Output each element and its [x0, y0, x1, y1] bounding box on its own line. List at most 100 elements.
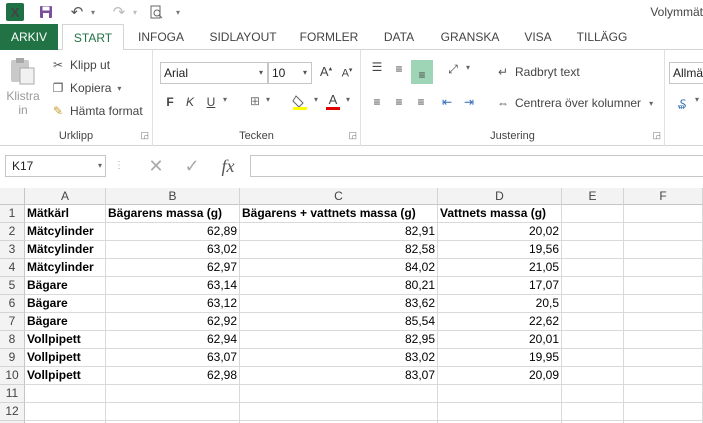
cell-f4[interactable] [624, 259, 703, 277]
orientation-icon[interactable]: ⤢ [445, 62, 461, 77]
align-center-icon[interactable]: ≡ [391, 95, 407, 109]
paste-button[interactable]: Klistra in [6, 56, 41, 117]
tab-granska[interactable]: GRANSKA [434, 24, 506, 50]
row-header-10[interactable]: 10 [0, 367, 25, 385]
row-header-5[interactable]: 5 [0, 277, 25, 295]
cell-c11[interactable] [240, 385, 438, 403]
cell-b2[interactable]: 62,89 [106, 223, 240, 241]
cell-e4[interactable] [562, 259, 624, 277]
cell-a2[interactable]: Mätcylinder [25, 223, 106, 241]
clipboard-launcher-icon[interactable]: ◲ [140, 130, 149, 141]
column-header-f[interactable]: F [624, 188, 703, 205]
cell-b1[interactable]: Bägarens massa (g) [106, 205, 240, 223]
column-header-d[interactable]: D [438, 188, 562, 205]
accounting-format-icon[interactable]: ₷ [673, 95, 691, 112]
print-preview-icon[interactable] [146, 3, 166, 21]
cell-c9[interactable]: 83,02 [240, 349, 438, 367]
cell-b12[interactable] [106, 403, 240, 421]
cell-c2[interactable]: 82,91 [240, 223, 438, 241]
cell-a4[interactable]: Mätcylinder [25, 259, 106, 277]
align-bottom-icon[interactable]: ≡ [411, 60, 433, 84]
formula-input[interactable] [250, 155, 703, 177]
row-header-12[interactable]: 12 [0, 403, 25, 421]
cell-c10[interactable]: 83,07 [240, 367, 438, 385]
cell-a3[interactable]: Mätcylinder [25, 241, 106, 259]
customize-toolbar-icon[interactable]: ▾ [172, 3, 184, 21]
cell-e3[interactable] [562, 241, 624, 259]
tab-start[interactable]: START [62, 24, 124, 51]
row-header-3[interactable]: 3 [0, 241, 25, 259]
save-icon[interactable] [36, 3, 56, 21]
cell-f2[interactable] [624, 223, 703, 241]
cell-b3[interactable]: 63,02 [106, 241, 240, 259]
cell-f9[interactable] [624, 349, 703, 367]
column-header-a[interactable]: A [25, 188, 106, 205]
decrease-font-icon[interactable]: A▾ [339, 66, 355, 80]
borders-dropdown-icon[interactable]: ▾ [263, 95, 273, 104]
tab-arkiv[interactable]: ARKIV [0, 24, 58, 50]
format-painter-button[interactable]: ✎ Hämta format [50, 103, 143, 119]
enter-icon[interactable]: ✓ [180, 155, 204, 177]
cell-d4[interactable]: 21,05 [438, 259, 562, 277]
cell-d7[interactable]: 22,62 [438, 313, 562, 331]
insert-function-icon[interactable]: fx [214, 155, 242, 177]
italic-button[interactable]: K [183, 95, 197, 109]
cell-d3[interactable]: 19,56 [438, 241, 562, 259]
row-header-8[interactable]: 8 [0, 331, 25, 349]
copy-dropdown-icon[interactable]: ▾ [117, 84, 121, 93]
cell-a9[interactable]: Vollpipett [25, 349, 106, 367]
font-color-icon[interactable]: A [325, 92, 341, 110]
redo-dropdown-icon[interactable]: ▾ [130, 3, 140, 21]
tab-tillagg[interactable]: TILLÄGG [568, 24, 636, 50]
cell-d11[interactable] [438, 385, 562, 403]
bold-button[interactable]: F [163, 95, 177, 109]
cell-b4[interactable]: 62,97 [106, 259, 240, 277]
select-all-corner[interactable] [0, 188, 25, 205]
row-header-11[interactable]: 11 [0, 385, 25, 403]
cell-e2[interactable] [562, 223, 624, 241]
fill-color-icon[interactable] [291, 94, 309, 113]
font-size-dropdown[interactable]: 10 ▾ [268, 62, 312, 84]
accounting-dropdown-icon[interactable]: ▾ [692, 95, 702, 104]
align-middle-icon[interactable]: ≡ [391, 62, 407, 76]
font-color-dropdown-icon[interactable]: ▾ [343, 95, 353, 104]
cell-f5[interactable] [624, 277, 703, 295]
align-top-icon[interactable]: ☰ [369, 60, 385, 74]
cell-f7[interactable] [624, 313, 703, 331]
column-header-e[interactable]: E [562, 188, 624, 205]
cell-c4[interactable]: 84,02 [240, 259, 438, 277]
row-header-7[interactable]: 7 [0, 313, 25, 331]
tab-data[interactable]: DATA [374, 24, 424, 50]
font-name-dropdown[interactable]: Arial ▾ [160, 62, 268, 84]
orientation-dropdown-icon[interactable]: ▾ [463, 63, 473, 72]
cell-f10[interactable] [624, 367, 703, 385]
tab-infoga[interactable]: INFOGA [130, 24, 192, 50]
cell-c6[interactable]: 83,62 [240, 295, 438, 313]
copy-button[interactable]: ❐ Kopiera ▾ [50, 80, 122, 96]
cell-b8[interactable]: 62,94 [106, 331, 240, 349]
cell-a8[interactable]: Vollpipett [25, 331, 106, 349]
wrap-text-button[interactable]: ↵ Radbryt text [495, 64, 580, 80]
cell-e6[interactable] [562, 295, 624, 313]
cell-b11[interactable] [106, 385, 240, 403]
cell-b5[interactable]: 63,14 [106, 277, 240, 295]
cell-d12[interactable] [438, 403, 562, 421]
column-header-b[interactable]: B [106, 188, 240, 205]
cell-c8[interactable]: 82,95 [240, 331, 438, 349]
cell-e9[interactable] [562, 349, 624, 367]
cell-f12[interactable] [624, 403, 703, 421]
cell-f1[interactable] [624, 205, 703, 223]
cell-d5[interactable]: 17,07 [438, 277, 562, 295]
cell-a10[interactable]: Vollpipett [25, 367, 106, 385]
borders-icon[interactable]: ⊞ [247, 94, 263, 108]
row-header-1[interactable]: 1 [0, 205, 25, 223]
cell-e10[interactable] [562, 367, 624, 385]
cell-e1[interactable] [562, 205, 624, 223]
alignment-launcher-icon[interactable]: ◲ [652, 130, 661, 141]
increase-indent-icon[interactable]: ⇥ [461, 95, 477, 109]
merge-center-button[interactable]: ⇔ Centrera över kolumner ▾ [495, 95, 653, 111]
cell-f8[interactable] [624, 331, 703, 349]
cell-e8[interactable] [562, 331, 624, 349]
cell-a7[interactable]: Bägare [25, 313, 106, 331]
tab-sidlayout[interactable]: SIDLAYOUT [200, 24, 286, 50]
